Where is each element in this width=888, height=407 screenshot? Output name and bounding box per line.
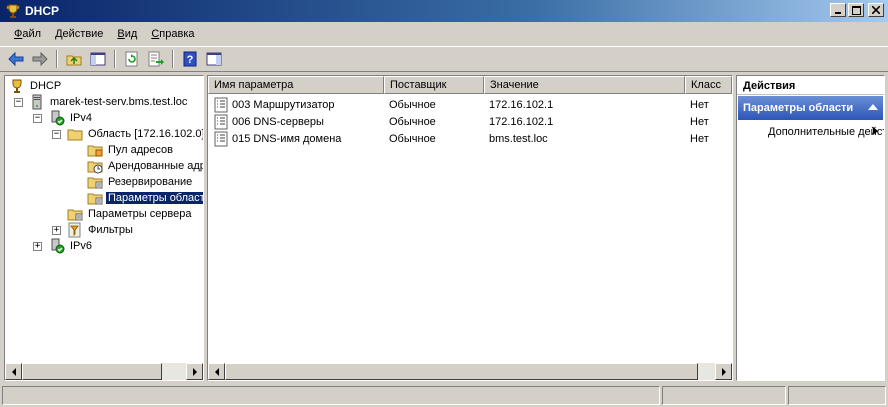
window-title: DHCP [25,4,60,18]
show-hide-tree-icon [90,52,106,66]
list-item[interactable]: 003 Маршрутизатор Обычное 172.16.102.1 Н… [208,96,732,113]
scope-options-icon [87,193,103,205]
action-pane-button[interactable] [203,48,225,70]
toolbar: ? [0,46,888,72]
folder-icon [67,129,83,141]
action-more-actions[interactable]: Дополнительные действия [768,126,884,138]
toolbar-separator [56,50,58,68]
scroll-left-button[interactable] [208,363,225,380]
address-pool-icon [87,145,103,157]
option-icon [214,114,228,129]
arrow-right-icon [192,367,197,376]
status-bar [0,384,888,407]
server-icon [32,94,42,110]
tree-item-leases[interactable]: Арендованные адреса [87,158,203,174]
dhcp-icon [12,79,22,93]
tree-item-address-pool[interactable]: Пул адресов [87,142,175,158]
up-folder-icon [66,55,82,66]
scroll-right-button[interactable] [186,363,203,380]
tree-horizontal-scrollbar[interactable] [5,363,203,380]
ipv6-icon [51,238,65,254]
tree-item-server[interactable]: marek-test-serv.bms.test.loc [29,94,189,110]
actions-group-header[interactable]: Параметры области [738,96,883,120]
refresh-button[interactable] [121,48,143,70]
forward-button[interactable] [29,48,51,70]
menu-bar: Файл Действие Вид Справка [0,22,888,46]
tree-expander-server[interactable]: − [14,98,23,107]
list-item[interactable]: 006 DNS-серверы Обычное 172.16.102.1 Нет [208,113,732,130]
help-icon: ? [183,51,197,67]
scroll-track[interactable] [162,363,186,380]
minimize-button[interactable] [830,3,846,17]
actions-pane: Действия Параметры области Дополнительны… [736,75,885,381]
arrow-right-icon [721,367,726,376]
back-arrow-icon [8,51,24,67]
svg-text:?: ? [187,54,194,66]
status-cell [662,386,786,405]
status-cell [788,386,886,405]
maximize-button[interactable] [848,3,864,17]
close-icon [872,6,880,14]
column-header-class[interactable]: Класс [685,76,732,94]
arrow-left-icon [214,367,219,376]
option-icon [214,97,228,112]
tree-item-ipv6[interactable]: IPv6 [49,238,94,254]
toolbar-separator [114,50,116,68]
tree-expander-ipv4[interactable]: − [33,114,42,123]
server-options-icon [67,209,83,221]
scroll-track[interactable] [698,363,715,380]
refresh-icon [125,51,138,67]
list-item[interactable]: 015 DNS-имя домена Обычное bms.test.loc … [208,130,732,147]
actions-title: Действия [737,76,884,95]
tree-expander-ipv6[interactable]: + [33,242,42,251]
collapse-up-icon[interactable] [868,104,878,110]
scroll-thumb[interactable] [225,363,698,380]
result-list[interactable]: Имя параметра Поставщик Значение Класс 0… [207,75,733,381]
tree-item-ipv4[interactable]: IPv4 [49,110,94,126]
column-header-name[interactable]: Имя параметра [208,76,384,94]
maximize-icon [851,5,861,15]
list-header: Имя параметра Поставщик Значение Класс [208,76,732,94]
tree-item-reservations[interactable]: Резервирование [87,174,194,190]
menu-help[interactable]: Справка [145,26,200,42]
tree-expander-scope[interactable]: − [52,130,61,139]
up-level-button[interactable] [63,48,85,70]
scroll-right-button[interactable] [715,363,732,380]
status-cell-main [2,386,660,405]
tree-item-filters[interactable]: Фильтры [67,222,135,238]
title-bar[interactable]: DHCP [0,0,888,22]
trophy-icon [6,4,20,18]
submenu-arrow-icon [873,127,878,135]
option-icon [214,131,228,146]
menu-action[interactable]: Действие [49,26,109,42]
show-hide-tree-button[interactable] [87,48,109,70]
console-tree[interactable]: DHCP − marek-test-serv.bms.test.loc − IP… [4,75,204,381]
back-button[interactable] [5,48,27,70]
close-button[interactable] [868,3,884,17]
export-list-icon [148,51,164,67]
tree-item-server-options[interactable]: Параметры сервера [67,206,194,222]
column-header-value[interactable]: Значение [484,76,685,94]
tree-item-scope[interactable]: Область [172.16.102.0] [67,126,203,142]
forward-arrow-icon [32,51,48,67]
scroll-thumb[interactable] [22,363,162,380]
arrow-left-icon [11,367,16,376]
minimize-icon [835,12,841,14]
help-button[interactable]: ? [179,48,201,70]
tree-item-dhcp[interactable]: DHCP [9,78,63,94]
column-header-vendor[interactable]: Поставщик [384,76,484,94]
toolbar-separator [172,50,174,68]
action-pane-icon [206,52,222,66]
leases-icon [87,161,103,174]
list-horizontal-scrollbar[interactable] [208,363,732,380]
ipv4-icon [51,110,65,126]
tree-expander-filters[interactable]: + [52,226,61,235]
scroll-left-button[interactable] [5,363,22,380]
menu-file[interactable]: Файл [8,26,47,42]
export-list-button[interactable] [145,48,167,70]
menu-view[interactable]: Вид [111,26,143,42]
reservations-icon [87,177,103,189]
filter-icon [68,222,81,238]
tree-item-scope-options[interactable]: Параметры области [87,190,203,206]
